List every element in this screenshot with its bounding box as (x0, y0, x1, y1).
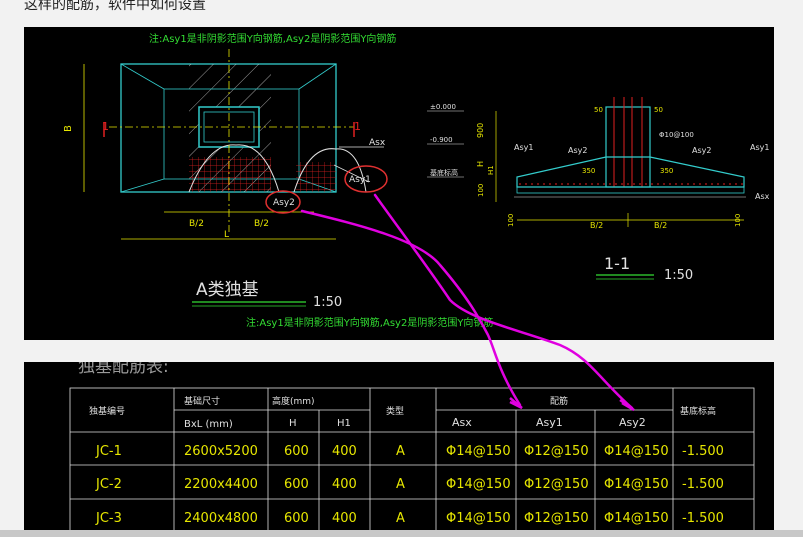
cell-h: 600 (284, 477, 309, 492)
sec-label-asx: Asx (755, 192, 770, 201)
table-caption: 独基配筋表: (78, 362, 169, 377)
cell-asy2: Φ14@150 (604, 511, 669, 526)
th-rebar: 配筋 (550, 395, 568, 407)
plan-half-b-right: B/2 (254, 219, 269, 229)
cell-h1: 400 (332, 511, 357, 526)
cell-asy2: Φ14@150 (604, 444, 669, 459)
cell-type: A (396, 511, 405, 526)
sec-dim-350-right: 350 (660, 167, 673, 175)
plan-dim-b: B (63, 125, 74, 132)
plan-label-asy1: Asy1 (349, 175, 371, 185)
sec-half-b-right: B/2 (654, 221, 667, 230)
cell-elev: -1.500 (682, 444, 724, 459)
elev-mid: -0.900 (430, 136, 453, 144)
cell-asx: Φ14@150 (446, 477, 511, 492)
sec-half-b-left: B/2 (590, 221, 603, 230)
th-h1: H1 (337, 418, 351, 429)
cell-asx: Φ14@150 (446, 511, 511, 526)
cell-h: 600 (284, 444, 309, 459)
table-row: JC-1 2600x5200 600 400 A Φ14@150 Φ12@150… (95, 444, 724, 459)
cell-type: A (396, 444, 405, 459)
rebar-table-svg: 独基配筋表: 独基编号 基础尺寸 BxL (mm) 高度(mm) H H1 类型… (69, 362, 755, 530)
th-asx: Asx (452, 416, 472, 429)
cell-asy1: Φ12@150 (524, 444, 589, 459)
th-h: H (289, 418, 297, 429)
sec-dim-100: 100 (477, 184, 485, 197)
cell-elev: -1.500 (682, 477, 724, 492)
section-view: ±0.000 -0.900 基底标高 900 H H1 100 50 50 Φ1… (427, 97, 770, 283)
sec-dim-100-right: 100 (734, 214, 742, 227)
th-type: 类型 (386, 405, 404, 417)
sec-dim-50-right: 50 (654, 106, 663, 114)
th-asy2: Asy2 (619, 416, 646, 429)
cell-size: 2600x5200 (184, 444, 258, 459)
sec-rebar-note: Φ10@100 (659, 131, 694, 139)
sec-dim-h1: H1 (487, 165, 495, 175)
plan-scale: 1:50 (313, 295, 342, 310)
sec-dim-900: 900 (476, 123, 485, 138)
sec-label-asy1-left: Asy1 (514, 143, 533, 152)
plan-title: A类独基 (196, 280, 259, 300)
cell-type: A (396, 477, 405, 492)
plan-dim-l: L (224, 230, 229, 240)
elev-top: ±0.000 (430, 103, 456, 111)
th-asy1: Asy1 (536, 416, 563, 429)
rebar-grid-right (296, 162, 336, 192)
sec-label-asy2-left: Asy2 (568, 146, 587, 155)
th-height: 高度(mm) (272, 395, 315, 407)
cell-id: JC-1 (95, 444, 122, 459)
cell-size: 2200x4400 (184, 477, 258, 492)
cell-size: 2400x4800 (184, 511, 258, 526)
table-row: JC-3 2400x4800 600 400 A Φ14@150 Φ12@150… (95, 511, 724, 526)
section-title: 1-1 (604, 254, 630, 273)
cell-id: JC-3 (95, 511, 122, 526)
section-scale: 1:50 (664, 268, 693, 283)
plan-note-top: 注:Asy1是非阴影范围Y向钢筋,Asy2是阴影范围Y向钢筋 (149, 32, 396, 45)
plan-label-asx: Asx (369, 138, 386, 148)
th-elev: 基底标高 (680, 405, 716, 417)
th-size: 基础尺寸 (184, 395, 220, 407)
cad-drawing-image: 注:Asy1是非阴影范围Y向钢筋,Asy2是阴影范围Y向钢筋 1 1 B B/2… (24, 27, 774, 340)
sec-dim-h: H (476, 161, 485, 167)
sec-dim-50-left: 50 (594, 106, 603, 114)
plan-label-asy2: Asy2 (273, 198, 295, 208)
sec-footing (516, 156, 745, 188)
cell-h1: 400 (332, 477, 357, 492)
rebar-table-image: 独基配筋表: 独基编号 基础尺寸 BxL (mm) 高度(mm) H H1 类型… (24, 362, 774, 530)
sec-dim-100-left: 100 (507, 214, 515, 227)
cad-drawing-svg: 注:Asy1是非阴影范围Y向钢筋,Asy2是阴影范围Y向钢筋 1 1 B B/2… (63, 32, 770, 329)
bottom-scrollbar[interactable] (0, 530, 803, 537)
cell-h: 600 (284, 511, 309, 526)
th-size-sub: BxL (mm) (184, 419, 233, 430)
rebar-grid-center (189, 157, 271, 192)
sec-dim-350-left: 350 (582, 167, 595, 175)
question-text: 这样的配筋，软件中如何设置 (24, 0, 206, 13)
plan-note-bottom: 注:Asy1是非阴影范围Y向钢筋,Asy2是阴影范围Y向钢筋 (246, 316, 493, 329)
cell-asy2: Φ14@150 (604, 477, 669, 492)
cell-id: JC-2 (95, 477, 122, 492)
section-mark-left: 1 (102, 120, 109, 133)
section-mark-right: 1 (354, 120, 361, 133)
sec-label-asy1-right: Asy1 (750, 143, 769, 152)
cell-elev: -1.500 (682, 511, 724, 526)
cell-asx: Φ14@150 (446, 444, 511, 459)
plan-half-b-left: B/2 (189, 219, 204, 229)
cell-asy1: Φ12@150 (524, 511, 589, 526)
elev-base-label: 基底标高 (430, 168, 458, 177)
table-row: JC-2 2200x4400 600 400 A Φ14@150 Φ12@150… (95, 477, 724, 492)
cell-h1: 400 (332, 444, 357, 459)
th-id: 独基编号 (89, 405, 125, 417)
cell-asy1: Φ12@150 (524, 477, 589, 492)
sec-label-asy2-right: Asy2 (692, 146, 711, 155)
plan-view: 1 1 B B/2 B/2 L Asx Asy1 Asy2 A类独基 1:50 … (63, 49, 493, 329)
